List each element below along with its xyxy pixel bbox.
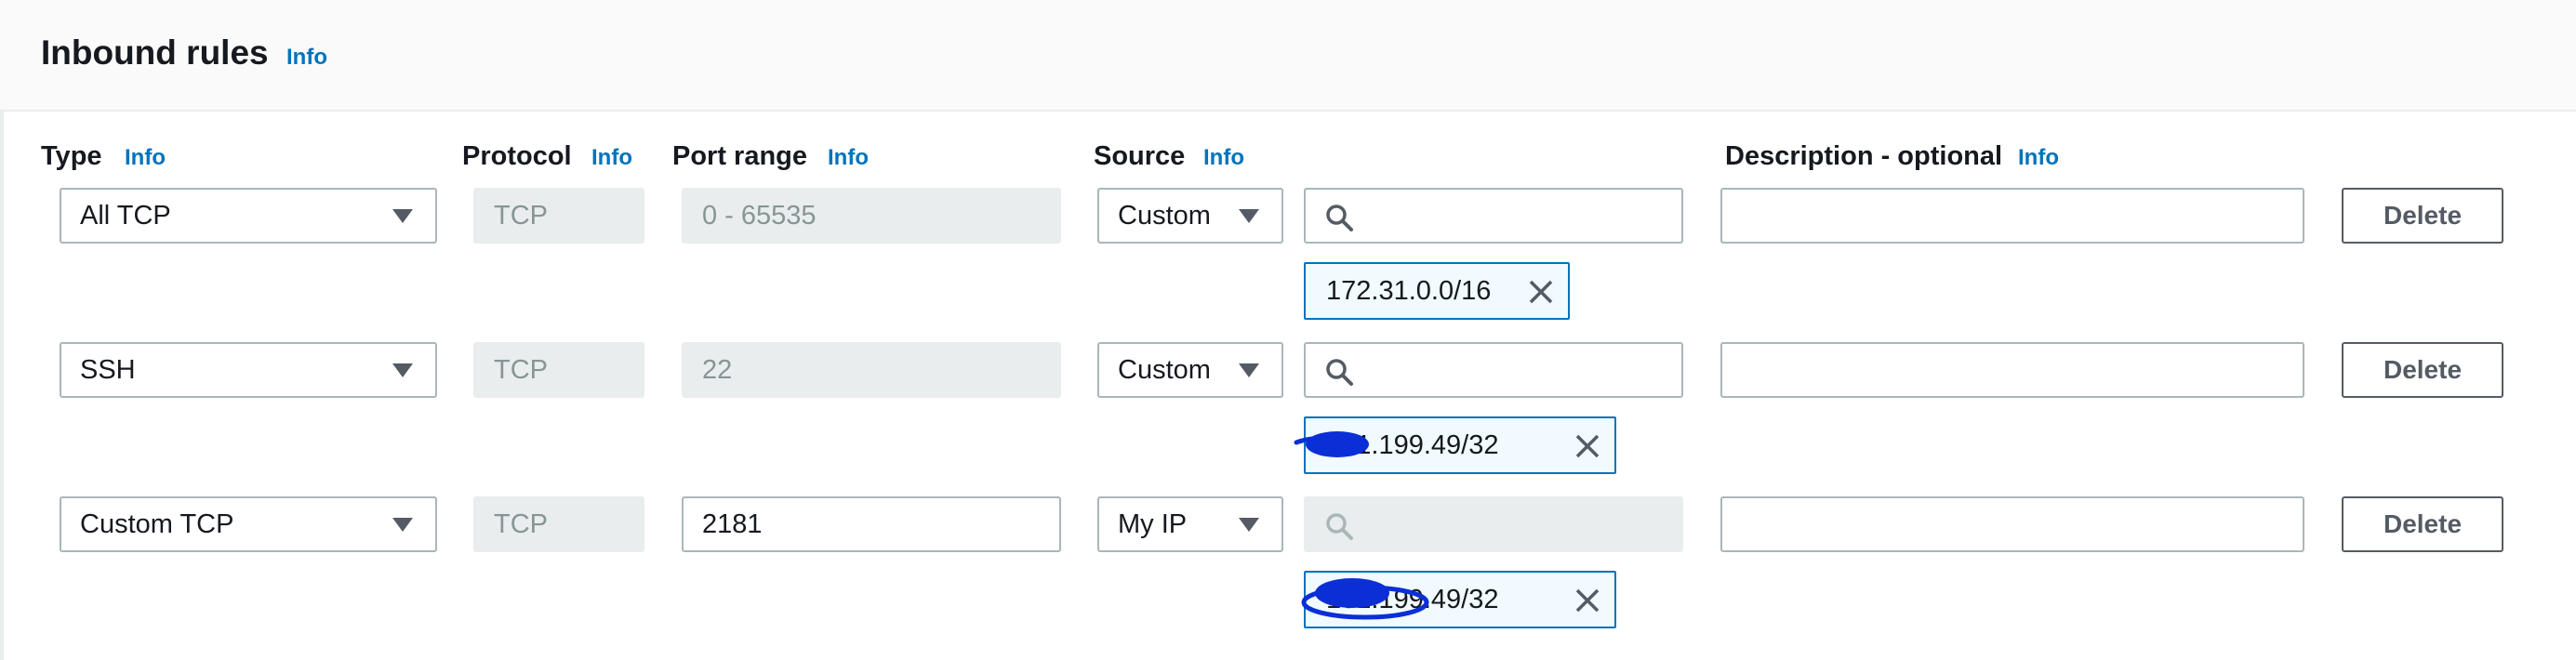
description-input[interactable] [1720,188,2304,244]
source-search-input [1304,496,1683,552]
source-type-select[interactable]: My IP [1097,496,1283,552]
type-select-value: SSH [80,354,136,385]
port-range-field: 22 [682,342,1061,398]
type-info-link[interactable]: Info [125,145,166,171]
type-column-label: Type [41,141,102,171]
close-icon[interactable] [1527,278,1555,306]
port-range-input[interactable]: 2181 [682,496,1061,552]
source-token: 172.31.0.0/16 [1304,262,1570,320]
caret-down-icon [392,209,413,223]
caret-down-icon [1239,209,1259,223]
description-info-link[interactable]: Info [2018,145,2059,171]
caret-down-icon [392,363,413,377]
source-type-value: My IP [1118,508,1188,539]
caret-down-icon [392,518,413,532]
search-icon [1326,513,1353,540]
source-type-value: Custom [1118,200,1211,231]
source-search-input[interactable] [1304,342,1683,398]
protocol-field: TCP [473,342,644,398]
source-type-select[interactable]: Custom [1097,188,1283,244]
close-icon[interactable] [1573,587,1601,614]
port-range-field: 0 - 65535 [682,188,1061,244]
port-range-info-link[interactable]: Info [828,145,869,171]
search-icon [1326,205,1353,231]
caret-down-icon [1239,518,1259,532]
description-input[interactable] [1720,496,2304,552]
section-title: Inbound rules [41,33,269,72]
section-info-link[interactable]: Info [286,45,327,71]
source-info-link[interactable]: Info [1203,145,1244,171]
type-select-value: Custom TCP [80,508,234,539]
section-header: Inbound rules Info [0,0,2576,112]
protocol-info-link[interactable]: Info [591,145,632,171]
source-type-value: Custom [1118,354,1211,385]
source-token-label: 172.31.0.0/16 [1326,275,1492,306]
close-icon[interactable] [1573,432,1601,460]
caret-down-icon [1239,363,1259,377]
type-select[interactable]: All TCP [60,188,437,244]
redaction-scribble [1301,578,1429,620]
delete-button[interactable]: Delete [2342,188,2503,244]
delete-button[interactable]: Delete [2342,496,2503,552]
delete-button[interactable]: Delete [2342,342,2503,398]
redaction-scribble [1294,431,1369,457]
description-column-label: Description - optional [1725,141,2003,171]
source-search-input[interactable] [1304,188,1683,244]
source-type-select[interactable]: Custom [1097,342,1283,398]
protocol-field: TCP [473,496,644,552]
protocol-field: TCP [473,188,644,244]
port-range-column-label: Port range [672,141,808,171]
search-icon [1326,359,1353,386]
description-input[interactable] [1720,342,2304,398]
type-select[interactable]: SSH [60,342,437,398]
type-select-value: All TCP [80,200,171,231]
protocol-column-label: Protocol [462,141,572,171]
type-select[interactable]: Custom TCP [60,496,437,552]
source-column-label: Source [1094,141,1186,171]
